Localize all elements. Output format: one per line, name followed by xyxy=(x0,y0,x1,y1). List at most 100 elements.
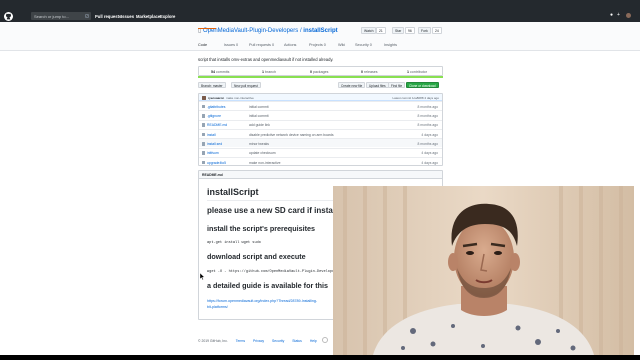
tab-issues[interactable]: Issues 0 xyxy=(224,43,238,47)
tab-security[interactable]: Security 0 xyxy=(355,43,372,47)
search-input[interactable]: Search or jump to... / xyxy=(31,12,91,20)
star-button[interactable]: Star xyxy=(392,27,405,34)
readme-prereq-heading: install the script's prerequisites xyxy=(207,224,315,233)
footer-link-terms[interactable]: Terms xyxy=(236,339,245,343)
github-logo-icon[interactable] xyxy=(4,12,13,21)
tab-code[interactable]: Code xyxy=(198,43,207,47)
latest-commit-info[interactable]: Latest commit 1ca8088 4 days ago xyxy=(392,96,439,100)
commit-author-avatar[interactable] xyxy=(202,95,206,100)
github-header: Search or jump to... / Pull requests Iss… xyxy=(0,0,640,22)
summary-releases-count: 0 xyxy=(361,70,363,74)
nav-pull-requests[interactable]: Pull requests xyxy=(95,14,121,19)
summary-releases-label: releases xyxy=(364,70,378,74)
table-row[interactable]: install.sed minor tweaks 8 months ago xyxy=(199,138,442,148)
readme-download-heading: download script and execute xyxy=(207,252,306,261)
summary-branch-label: branch xyxy=(265,70,276,74)
file-name[interactable]: README.md xyxy=(207,123,227,127)
nav-explore[interactable]: Explore xyxy=(160,14,175,19)
summary-contributors-count: 1 xyxy=(407,70,409,74)
upload-files-button[interactable]: Upload files xyxy=(366,82,389,88)
readme-title: installScript xyxy=(207,187,259,197)
tab-pull-requests[interactable]: Pull requests 0 xyxy=(249,43,274,47)
summary-commits[interactable]: 54 commits xyxy=(211,70,229,74)
file-commit-message[interactable]: add guide link xyxy=(249,123,270,127)
summary-branch[interactable]: 1 branch xyxy=(262,70,276,74)
latest-commit-bar: ryecoaaron make non-interactive Latest c… xyxy=(199,94,442,101)
repo-separator: / xyxy=(299,28,302,34)
fork-count[interactable]: 24 xyxy=(432,27,442,34)
file-age: 4 days ago xyxy=(421,160,438,165)
table-row[interactable]: install disable predictive network device… xyxy=(199,128,442,138)
create-file-button[interactable]: Create new file xyxy=(338,82,366,88)
summary-packages-label: packages xyxy=(313,70,329,74)
star-count[interactable]: 96 xyxy=(405,27,415,34)
search-placeholder: Search or jump to... xyxy=(34,14,69,19)
file-icon xyxy=(202,160,205,165)
guide-link[interactable]: https://forum.openmediavault.org/index.p… xyxy=(207,299,317,303)
plus-icon[interactable]: + xyxy=(617,12,620,18)
notifications-bell-icon[interactable]: ● xyxy=(610,12,613,18)
table-row[interactable]: initfsum update checksum 4 days ago xyxy=(199,147,442,157)
page-footer: © 2019 GitHub, Inc. Terms Privacy Securi… xyxy=(198,339,317,343)
clone-download-button[interactable]: Clone or download xyxy=(406,82,439,88)
table-row[interactable]: upgrade4to5 make non-interactive 4 days ag… xyxy=(199,156,442,166)
mouse-cursor-icon xyxy=(200,273,205,280)
find-file-button[interactable]: Find file xyxy=(388,82,406,88)
file-commit-message[interactable]: disable predictive network device naming… xyxy=(249,133,334,137)
readme-header: README.md xyxy=(199,171,442,179)
file-age: 4 days ago xyxy=(421,132,438,137)
repo-name-link[interactable]: installScript xyxy=(303,28,337,34)
nav-issues[interactable]: Issues xyxy=(121,14,134,19)
file-age: 8 months ago xyxy=(417,114,438,119)
table-row[interactable]: README.md add guide link 8 months ago xyxy=(199,119,442,129)
file-name[interactable]: .gitignore xyxy=(207,114,221,118)
summary-contributors-label: contributor xyxy=(410,70,427,74)
commit-message[interactable]: make non-interactive xyxy=(226,96,254,100)
footer-link-help[interactable]: Help xyxy=(310,339,317,343)
table-row[interactable]: .gitattributes initial commit 8 months ago xyxy=(199,101,442,110)
tab-wiki[interactable]: Wiki xyxy=(338,43,345,47)
watch-button[interactable]: Watch xyxy=(361,27,377,34)
file-name[interactable]: .gitattributes xyxy=(207,105,225,109)
readme-command-prereq: apt-get install wget sudo xyxy=(207,241,261,245)
file-age: 8 months ago xyxy=(417,123,438,128)
file-commit-message[interactable]: minor tweaks xyxy=(249,142,269,146)
table-row[interactable]: .gitignore initial commit 8 months ago xyxy=(199,110,442,119)
readme-command-download: wget -O - https://github.com/OpenMediaVa… xyxy=(207,270,350,274)
tab-projects[interactable]: Projects 0 xyxy=(309,43,326,47)
fork-button[interactable]: Fork xyxy=(418,27,431,34)
footer-github-logo-icon[interactable] xyxy=(322,337,328,343)
user-avatar[interactable] xyxy=(626,13,631,18)
footer-link-security[interactable]: Security xyxy=(272,339,284,343)
footer-link-status[interactable]: Status xyxy=(292,339,302,343)
nav-marketplace[interactable]: Marketplace xyxy=(136,14,160,19)
repo-owner-link[interactable]: OpenMediaVault-Plugin-Developers xyxy=(203,28,298,34)
file-name[interactable]: install.sed xyxy=(207,142,222,146)
readme-note-heading: please use a new SD card if installin xyxy=(207,206,345,215)
watch-count[interactable]: 21 xyxy=(376,27,386,34)
file-name[interactable]: initfsum xyxy=(207,151,219,155)
summary-contributors[interactable]: 1 contributor xyxy=(407,70,427,74)
tab-insights[interactable]: Insights xyxy=(384,43,397,47)
repo-header: ▯ OpenMediaVault-Plugin-Developers / ins… xyxy=(0,22,640,51)
file-commit-message[interactable]: update checksum xyxy=(249,151,276,155)
file-commit-message[interactable]: make non-interactive xyxy=(249,161,280,165)
branch-select[interactable]: Branch: master xyxy=(198,82,226,88)
commit-author[interactable]: ryecoaaron xyxy=(208,96,224,100)
new-pull-request-button[interactable]: New pull request xyxy=(231,82,261,88)
guide-link-continued[interactable]: bit-platforms/ xyxy=(207,305,228,309)
footer-link-privacy[interactable]: Privacy xyxy=(253,339,264,343)
file-commit-message[interactable]: initial commit xyxy=(249,105,269,109)
file-toolbar: Branch: master New pull request Create n… xyxy=(198,82,443,90)
file-age: 4 days ago xyxy=(421,151,438,156)
summary-packages-count: 0 xyxy=(310,70,312,74)
file-icon xyxy=(202,132,205,137)
tab-actions[interactable]: Actions xyxy=(284,43,296,47)
file-name[interactable]: install xyxy=(207,133,216,137)
file-name[interactable]: upgrade4to5 xyxy=(207,161,226,165)
file-icon xyxy=(202,151,205,155)
summary-packages[interactable]: 0 packages xyxy=(310,70,328,74)
summary-releases[interactable]: 0 releases xyxy=(361,70,378,74)
webcam-video-overlay xyxy=(333,186,634,355)
file-commit-message[interactable]: initial commit xyxy=(249,114,269,118)
